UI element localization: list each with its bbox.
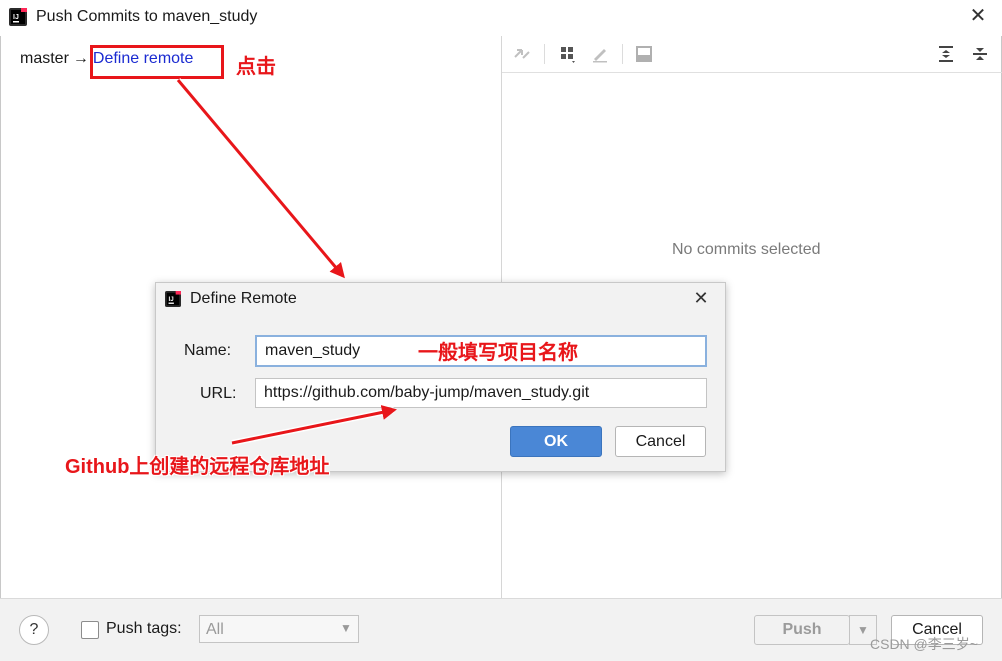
dialog-cancel-button[interactable]: Cancel <box>615 426 706 457</box>
chevron-down-icon: ▼ <box>340 621 352 635</box>
annotation-name-hint: 一般填写项目名称 <box>418 342 578 364</box>
dialog-title: Define Remote <box>190 290 297 307</box>
preview-icon[interactable] <box>634 44 654 64</box>
push-tags-select-value: All <box>206 621 224 638</box>
push-tags-label: Push tags: <box>106 620 182 637</box>
annotation-click: 点击 <box>236 56 276 78</box>
name-label: Name: <box>184 342 232 359</box>
branch-name: master <box>20 50 69 67</box>
expand-all-icon[interactable] <box>936 44 956 64</box>
close-icon[interactable]: ✕ <box>690 287 712 309</box>
push-tags-checkbox[interactable] <box>81 621 99 639</box>
collapse-all-icon[interactable] <box>970 44 990 64</box>
branch-arrow-icon: → <box>72 50 89 67</box>
intellij-app-icon: IJ <box>9 8 27 26</box>
annotation-url-hint: Github上创建的远程仓库地址 <box>65 456 330 478</box>
url-label: URL: <box>200 385 237 402</box>
no-commits-message: No commits selected <box>672 241 821 258</box>
intellij-app-icon: IJ <box>165 291 181 307</box>
toolbar-separator <box>544 44 545 64</box>
push-compare-icon[interactable] <box>512 44 532 64</box>
csdn-watermark: CSDN @李三岁~ <box>870 636 978 652</box>
edit-icon[interactable] <box>590 44 610 64</box>
close-icon[interactable]: ✕ <box>966 4 990 28</box>
remote-url-input[interactable]: https://github.com/baby-jump/maven_study… <box>255 378 707 408</box>
svg-text:IJ: IJ <box>169 296 175 303</box>
help-button[interactable]: ? <box>19 615 49 645</box>
group-icon[interactable] <box>558 44 578 64</box>
ok-button[interactable]: OK <box>510 426 602 457</box>
details-toolbar <box>502 36 1002 73</box>
svg-text:IJ: IJ <box>13 14 19 21</box>
toolbar-separator <box>622 44 623 64</box>
push-button[interactable]: Push <box>754 615 850 645</box>
annotation-highlight-box <box>90 45 224 79</box>
window-title: Push Commits to maven_study <box>36 8 258 25</box>
